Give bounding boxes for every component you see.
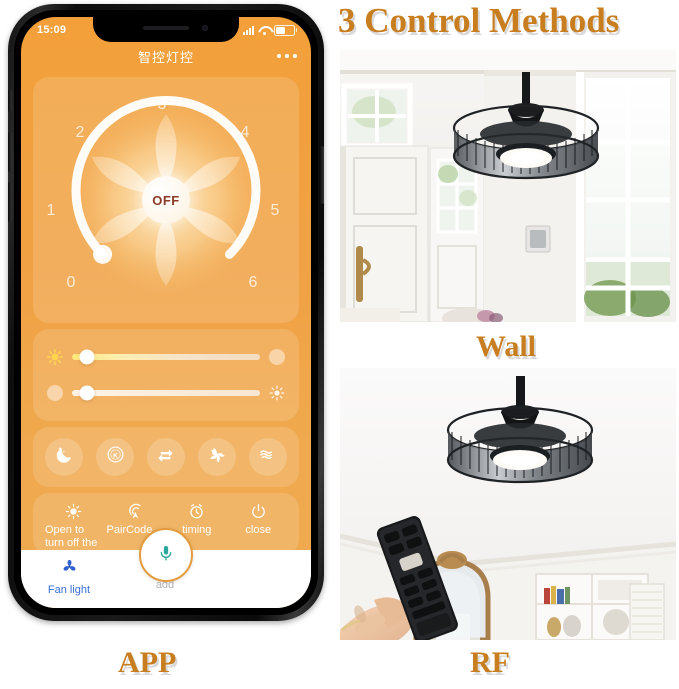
- silent-switch[interactable]: [8, 90, 12, 112]
- wall-scene-illustration: [340, 50, 676, 322]
- alarm-clock-icon: [187, 501, 206, 521]
- dot-icon: [47, 385, 63, 401]
- moon-stars-icon: [54, 444, 75, 470]
- color-temperature-knob[interactable]: [79, 385, 95, 401]
- voice-mic-button[interactable]: [139, 528, 193, 582]
- status-indicators: [243, 24, 297, 36]
- sliders-card: [33, 329, 299, 421]
- close-label: close: [245, 524, 272, 536]
- phone-notch: [93, 17, 239, 42]
- more-dots-icon[interactable]: [277, 54, 297, 58]
- dial-tick-2: 2: [75, 124, 85, 141]
- front-camera: [202, 25, 208, 31]
- app-header: 智控灯控: [21, 43, 311, 69]
- dial-tick-0: 0: [66, 274, 76, 291]
- rf-scene-illustration: [340, 368, 676, 640]
- close-button[interactable]: close: [228, 501, 290, 537]
- sun-bright-icon: [47, 349, 63, 365]
- phone-mockup: 15:09 智控灯控 0 1 2 3 4 5 6 OFF K Open to t…: [8, 4, 324, 621]
- reverse-button[interactable]: [146, 438, 185, 476]
- microphone-icon: [156, 543, 176, 568]
- cellular-signal-icon: [243, 25, 254, 35]
- tab-fan-light[interactable]: Fan light: [21, 557, 117, 596]
- color-temperature-track[interactable]: [72, 385, 260, 401]
- dot-icon: [269, 349, 285, 365]
- fan-state-label: OFF: [152, 192, 180, 208]
- fan-dial-card: 0 1 2 3 4 5 6 OFF: [33, 77, 299, 323]
- power-button[interactable]: [320, 146, 324, 204]
- scene-buttons-card: K: [33, 427, 299, 487]
- fan-power-toggle[interactable]: OFF: [142, 176, 190, 224]
- dial-tick-3: 3: [157, 96, 167, 113]
- kelvin-mode-button[interactable]: K: [96, 438, 135, 476]
- dial-tick-6: 6: [248, 274, 258, 291]
- breeze-button[interactable]: [248, 438, 287, 476]
- dial-tick-4: 4: [240, 124, 250, 141]
- reverse-arrows-icon: [155, 444, 176, 470]
- power-icon: [249, 501, 268, 521]
- headline-title: 3 Control Methods: [338, 1, 620, 40]
- dial-tick-5: 5: [270, 202, 280, 219]
- brightness-knob[interactable]: [79, 349, 95, 365]
- earpiece-speaker: [143, 26, 189, 30]
- bulb-icon: [64, 501, 83, 521]
- poster-canvas: 3 Control Methods Wall APP RF 15:09 智控灯控…: [0, 0, 679, 689]
- tab-fan-light-label: Fan light: [47, 584, 91, 596]
- status-time: 15:09: [37, 24, 67, 36]
- caption-wall: Wall: [476, 330, 537, 363]
- fan-icon: [60, 557, 79, 581]
- wifi-icon: [258, 26, 270, 35]
- volume-up-button[interactable]: [8, 132, 12, 172]
- photo-rf-control: [340, 368, 676, 640]
- photo-wall-control: [340, 50, 676, 322]
- battery-icon: [274, 24, 297, 36]
- fan-speed-button[interactable]: [197, 438, 236, 476]
- pair-code-label: PairCode: [106, 524, 153, 536]
- kelvin-circle-icon: K: [105, 444, 126, 470]
- caption-app: APP: [118, 646, 177, 679]
- fan-speed-dial[interactable]: 0 1 2 3 4 5 6 OFF: [47, 88, 280, 312]
- signal-pair-icon: [126, 501, 145, 521]
- app-title: 智控灯控: [137, 49, 194, 65]
- volume-down-button[interactable]: [8, 182, 12, 222]
- brightness-track[interactable]: [72, 349, 260, 365]
- night-mode-button[interactable]: [45, 438, 84, 476]
- color-temperature-slider[interactable]: [47, 385, 285, 401]
- caption-rf: RF: [470, 646, 510, 679]
- dial-tick-1: 1: [46, 202, 56, 219]
- fan-spiral-icon: [206, 444, 228, 471]
- brightness-slider[interactable]: [47, 349, 285, 365]
- phone-screen: 15:09 智控灯控 0 1 2 3 4 5 6 OFF K Open to t…: [21, 17, 311, 608]
- wave-lines-icon: [257, 444, 278, 470]
- svg-text:K: K: [113, 452, 118, 459]
- timing-label: timing: [182, 524, 212, 536]
- sun-small-icon: [269, 385, 285, 401]
